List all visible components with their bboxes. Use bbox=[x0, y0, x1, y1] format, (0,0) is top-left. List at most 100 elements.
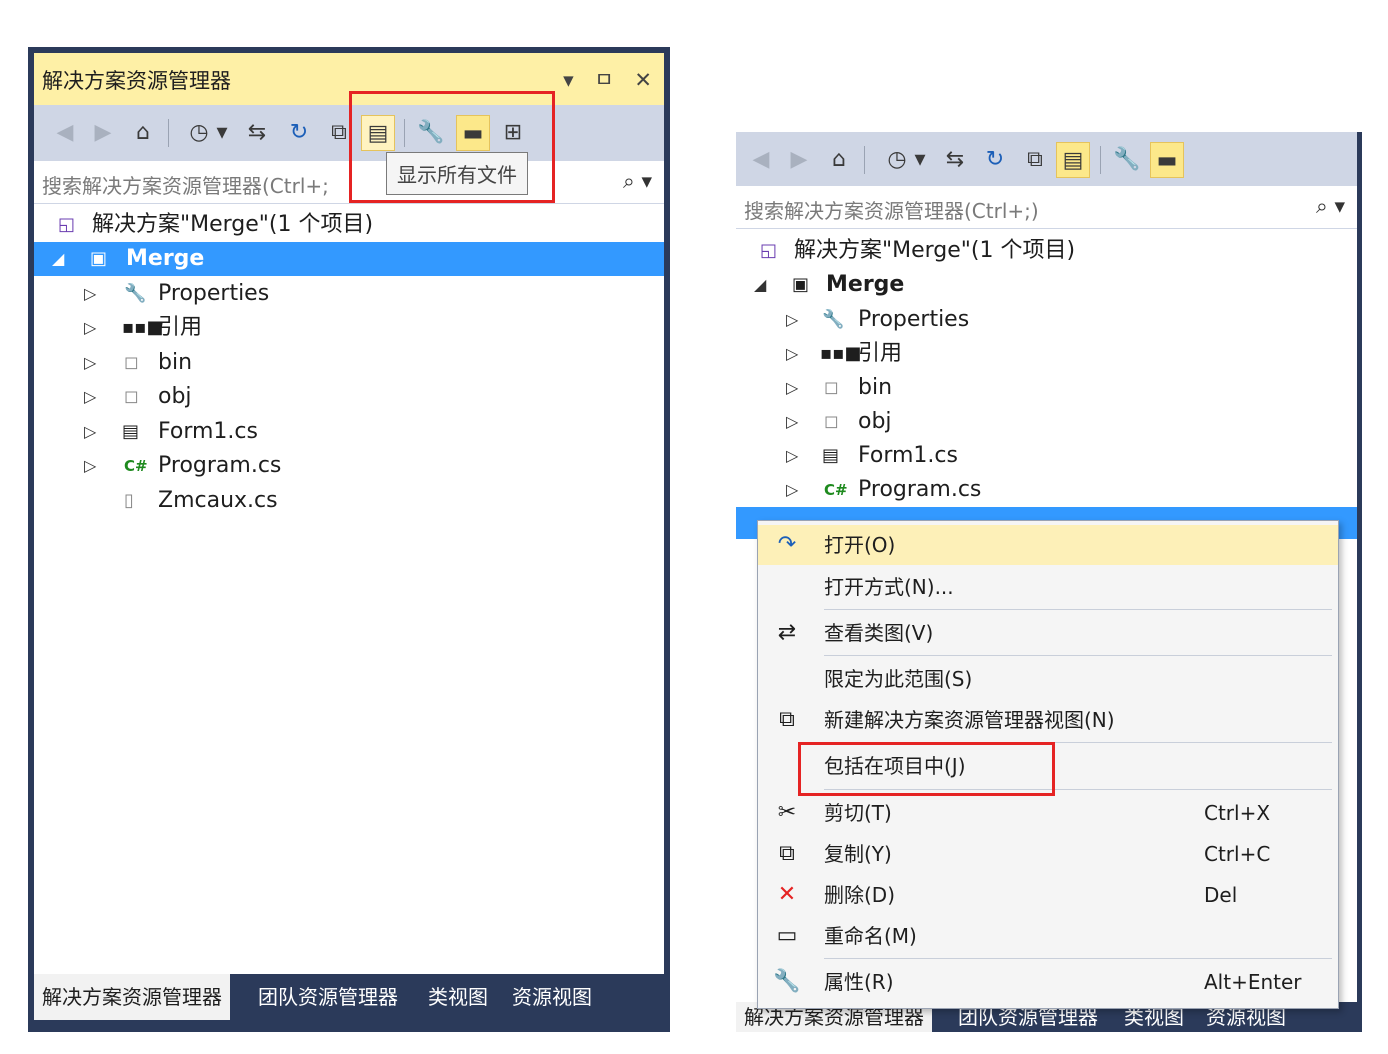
project-node[interactable]: ◢ ▣ Merge bbox=[34, 242, 664, 276]
tree-item-program[interactable]: ▷ C# Program.cs bbox=[736, 473, 1357, 507]
file-icon: ▯ bbox=[124, 490, 134, 511]
folder-icon: ◻ bbox=[824, 377, 839, 398]
tab-team-explorer[interactable]: 团队资源管理器 bbox=[250, 974, 406, 1020]
rename-icon: ▭ bbox=[776, 923, 798, 948]
search-input[interactable]: 搜索解决方案资源管理器(Ctrl+;) bbox=[744, 195, 1039, 224]
collapsed-arrow-icon[interactable]: ▷ bbox=[84, 380, 96, 414]
tree-item-obj[interactable]: ▷ ◻ obj bbox=[736, 405, 1357, 439]
tab-resource-view[interactable]: 资源视图 bbox=[504, 974, 600, 1020]
refresh-icon[interactable]: ↻ bbox=[978, 142, 1012, 178]
back-icon[interactable]: ◀ bbox=[48, 115, 82, 151]
collapsed-arrow-icon[interactable]: ▷ bbox=[84, 277, 96, 311]
class-diagram-icon: ⇄ bbox=[777, 620, 797, 645]
tree-item-form1[interactable]: ▷ ▤ Form1.cs bbox=[736, 439, 1357, 473]
collapsed-arrow-icon[interactable]: ▷ bbox=[84, 449, 96, 483]
collapsed-arrow-icon[interactable]: ▷ bbox=[786, 439, 798, 473]
tree-item-references[interactable]: ▷ ▪▪■ 引用 bbox=[34, 311, 664, 345]
sync-icon[interactable]: ⇆ bbox=[938, 142, 972, 178]
solution-node[interactable]: ◱ 解决方案"Merge"(1 个项目) bbox=[736, 234, 1357, 268]
collapsed-arrow-icon[interactable]: ▷ bbox=[786, 371, 798, 405]
home-icon[interactable]: ⌂ bbox=[822, 142, 856, 178]
highlight-box bbox=[798, 742, 1055, 796]
search-icon[interactable]: ⌕ ▾ bbox=[623, 169, 652, 194]
copy-icon: ⧉ bbox=[779, 841, 795, 866]
csharp-project-icon: ▣ bbox=[792, 274, 810, 295]
menu-item-rename[interactable]: ▭ 重命名(M) bbox=[758, 916, 1338, 956]
wrench-icon: 🔧 bbox=[124, 283, 147, 304]
dropdown-icon[interactable]: ▾ bbox=[910, 142, 930, 178]
csharp-file-icon: C# bbox=[824, 481, 848, 499]
csharp-project-icon: ▣ bbox=[90, 248, 108, 269]
forward-icon[interactable]: ▶ bbox=[782, 142, 816, 178]
menu-item-open[interactable]: ↷ 打开(O) bbox=[758, 525, 1338, 565]
wrench-icon: 🔧 bbox=[773, 969, 801, 994]
pin-icon[interactable]: ㅁ bbox=[594, 68, 613, 92]
forward-icon[interactable]: ▶ bbox=[86, 115, 120, 151]
delete-x-icon: ✕ bbox=[777, 882, 797, 907]
tree-item-bin[interactable]: ▷ ◻ bin bbox=[736, 371, 1357, 405]
menu-item-scope-to-this[interactable]: 限定为此范围(S) bbox=[758, 659, 1338, 699]
search-icon[interactable]: ⌕ ▾ bbox=[1316, 194, 1345, 219]
collapsed-arrow-icon[interactable]: ▷ bbox=[84, 311, 96, 345]
tree-item-zmcaux[interactable]: ▯ Zmcaux.cs bbox=[34, 484, 664, 518]
tree-item-properties[interactable]: ▷ 🔧 Properties bbox=[34, 277, 664, 311]
tree-item-properties[interactable]: ▷ 🔧 Properties bbox=[736, 303, 1357, 337]
menu-item-open-with[interactable]: 打开方式(N)... bbox=[758, 567, 1338, 607]
wrench-icon: 🔧 bbox=[822, 309, 845, 330]
tree-item-references[interactable]: ▷ ▪▪■ 引用 bbox=[736, 337, 1357, 371]
menu-item-view-class-diagram[interactable]: ⇄ 查看类图(V) bbox=[758, 613, 1338, 653]
solution-icon: ◱ bbox=[58, 214, 76, 235]
collapsed-arrow-icon[interactable]: ▷ bbox=[786, 405, 798, 439]
dropdown-icon[interactable]: ▾ bbox=[212, 115, 232, 151]
collapsed-arrow-icon[interactable]: ▷ bbox=[786, 473, 798, 507]
menu-item-copy[interactable]: ⧉ 复制(Y) Ctrl+C bbox=[758, 834, 1338, 874]
collapsed-arrow-icon[interactable]: ▷ bbox=[786, 337, 798, 371]
menu-item-cut[interactable]: ✂ 剪切(T) Ctrl+X bbox=[758, 793, 1338, 833]
scissors-icon: ✂ bbox=[777, 800, 797, 825]
project-node[interactable]: ◢ ▣ Merge bbox=[736, 268, 1357, 302]
folder-icon: ◻ bbox=[124, 352, 139, 373]
collapsed-arrow-icon[interactable]: ▷ bbox=[84, 415, 96, 449]
tree-item-bin[interactable]: ▷ ◻ bin bbox=[34, 346, 664, 380]
toolbar: ◀ ▶ ⌂ ◷ ▾ ⇆ ↻ ⧉ ▤ 🔧 ▬ bbox=[736, 132, 1357, 188]
collapse-all-icon[interactable]: ⧉ bbox=[1018, 142, 1052, 178]
tree-item-form1[interactable]: ▷ ▤ Form1.cs bbox=[34, 415, 664, 449]
collapsed-arrow-icon[interactable]: ▷ bbox=[84, 346, 96, 380]
expanded-arrow-icon[interactable]: ◢ bbox=[52, 242, 64, 276]
open-arrow-icon: ↷ bbox=[777, 532, 797, 557]
folder-icon: ◻ bbox=[124, 386, 139, 407]
tab-class-view[interactable]: 类视图 bbox=[420, 974, 496, 1020]
menu-item-new-explorer-view[interactable]: ⧉ 新建解决方案资源管理器视图(N) bbox=[758, 700, 1338, 740]
dropdown-icon[interactable]: ▾ bbox=[563, 68, 574, 92]
refresh-icon[interactable]: ↻ bbox=[282, 115, 316, 151]
history-icon[interactable]: ◷ bbox=[880, 142, 914, 178]
tooltip: 显示所有文件 bbox=[386, 152, 528, 195]
menu-item-delete[interactable]: ✕ 删除(D) Del bbox=[758, 875, 1338, 915]
sync-icon[interactable]: ⇆ bbox=[240, 115, 274, 151]
close-icon[interactable]: ✕ bbox=[634, 68, 652, 92]
folder-icon: ◻ bbox=[824, 411, 839, 432]
tab-solution-explorer[interactable]: 解决方案资源管理器 bbox=[34, 974, 230, 1020]
references-icon: ▪▪■ bbox=[820, 343, 862, 364]
menu-item-properties[interactable]: 🔧 属性(R) Alt+Enter bbox=[758, 962, 1338, 1002]
collapsed-arrow-icon[interactable]: ▷ bbox=[786, 303, 798, 337]
new-view-icon: ⧉ bbox=[779, 707, 795, 732]
form-icon: ▤ bbox=[122, 421, 140, 442]
preview-icon[interactable]: ▬ bbox=[1150, 142, 1184, 178]
properties-wrench-icon[interactable]: 🔧 bbox=[1110, 142, 1144, 178]
home-icon[interactable]: ⌂ bbox=[126, 115, 160, 151]
history-icon[interactable]: ◷ bbox=[182, 115, 216, 151]
form-icon: ▤ bbox=[822, 445, 840, 466]
panel-title: 解决方案资源管理器 bbox=[42, 69, 231, 93]
show-all-files-icon[interactable]: ▤ bbox=[1056, 142, 1090, 178]
bottom-tabs: 解决方案资源管理器 团队资源管理器 类视图 资源视图 bbox=[34, 974, 664, 1026]
tree-item-obj[interactable]: ▷ ◻ obj bbox=[34, 380, 664, 414]
solution-icon: ◱ bbox=[760, 240, 778, 261]
csharp-file-icon: C# bbox=[124, 457, 148, 475]
back-icon[interactable]: ◀ bbox=[744, 142, 778, 178]
tree-item-program[interactable]: ▷ C# Program.cs bbox=[34, 449, 664, 483]
solution-node[interactable]: ◱ 解决方案"Merge"(1 个项目) bbox=[34, 208, 664, 242]
search-input[interactable]: 搜索解决方案资源管理器(Ctrl+; bbox=[42, 170, 329, 199]
search-box[interactable]: 搜索解决方案资源管理器(Ctrl+;) ⌕ ▾ bbox=[736, 186, 1357, 229]
expanded-arrow-icon[interactable]: ◢ bbox=[754, 268, 766, 302]
